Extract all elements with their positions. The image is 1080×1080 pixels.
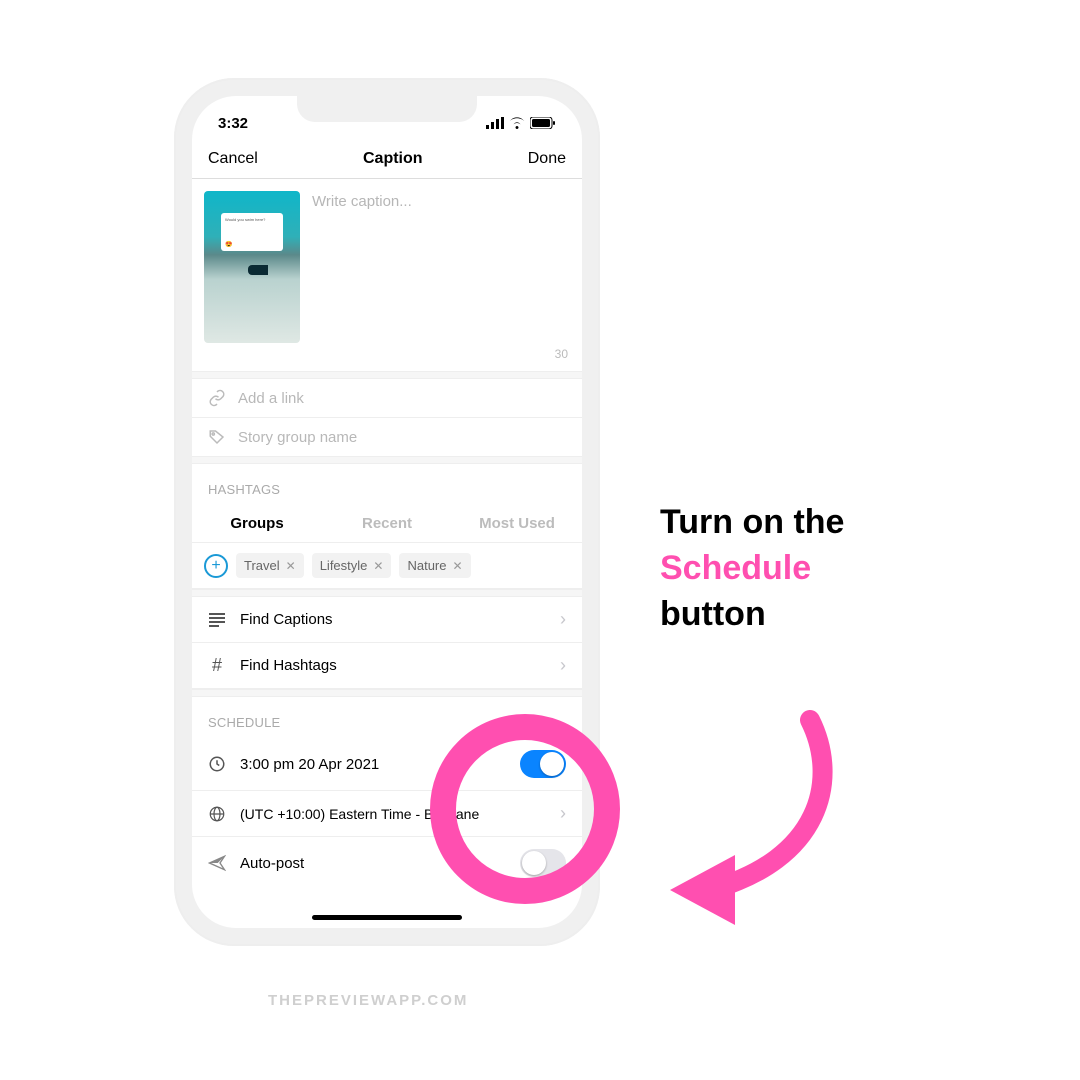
battery-icon [530,117,556,129]
add-link-placeholder: Add a link [238,390,304,407]
separator [192,456,582,464]
annotation-line2: Schedule [660,546,1020,592]
annotation-text: Turn on the Schedule button [660,500,1020,638]
separator [192,371,582,379]
status-time: 3:32 [218,115,248,132]
schedule-toggle[interactable] [520,750,566,778]
chip-remove-icon[interactable]: ✕ [373,559,383,573]
find-hashtags-row[interactable]: # Find Hashtags › [192,643,582,689]
wifi-icon [509,117,525,129]
caption-char-count: 30 [192,347,582,371]
timezone-row[interactable]: (UTC +10:00) Eastern Time - Brisbane › [192,791,582,837]
footer-watermark: THEPREVIEWAPP.COM [268,992,468,1009]
chip-label: Lifestyle [320,558,368,573]
nav-title: Caption [363,150,423,168]
thumbnail-figure [248,265,288,275]
globe-icon [208,805,226,823]
cancel-button[interactable]: Cancel [208,150,258,168]
hashtag-chips-row: + Travel ✕ Lifestyle ✕ Nature ✕ [192,543,582,589]
chevron-right-icon: › [560,609,566,630]
tab-groups[interactable]: Groups [192,505,322,542]
schedule-section-label: SCHEDULE [192,697,582,738]
separator [192,689,582,697]
clock-icon [208,755,226,773]
schedule-datetime: 3:00 pm 20 Apr 2021 [240,756,506,773]
separator [192,589,582,597]
chip-label: Travel [244,558,280,573]
cellular-icon [486,117,504,129]
timezone-label: (UTC +10:00) Eastern Time - Brisbane [240,806,546,822]
chip-remove-icon[interactable]: ✕ [453,559,463,573]
chip-remove-icon[interactable]: ✕ [286,559,296,573]
post-thumbnail[interactable]: Would you swim here? [204,191,300,343]
phone-notch [297,96,477,122]
autopost-row[interactable]: Auto-post [192,837,582,889]
send-icon [208,854,226,872]
hashtag-chip[interactable]: Travel ✕ [236,553,304,578]
story-group-placeholder: Story group name [238,429,357,446]
home-indicator [312,915,462,920]
navbar: Cancel Caption Done [192,142,582,179]
tab-most-used[interactable]: Most Used [452,505,582,542]
tab-recent[interactable]: Recent [322,505,452,542]
find-hashtags-label: Find Hashtags [240,657,546,674]
schedule-datetime-row[interactable]: 3:00 pm 20 Apr 2021 [192,738,582,791]
chevron-right-icon: › [560,655,566,676]
caption-lines-icon [208,613,226,627]
annotation-line3: button [660,592,1020,638]
autopost-toggle[interactable] [520,849,566,877]
chevron-right-icon: › [560,803,566,824]
pointer-arrow [640,700,860,940]
done-button[interactable]: Done [528,150,566,168]
autopost-label: Auto-post [240,855,506,872]
status-icons [486,117,556,129]
add-link-row[interactable]: Add a link [192,379,582,418]
link-icon [208,389,226,407]
annotation-line1: Turn on the [660,500,1020,546]
tag-icon [208,428,226,446]
hashtag-chip[interactable]: Lifestyle ✕ [312,553,392,578]
hash-icon: # [208,655,226,676]
story-group-row[interactable]: Story group name [192,418,582,456]
chip-label: Nature [407,558,446,573]
phone-frame: 3:32 Cancel Caption Done Would you swim … [174,78,600,946]
find-captions-row[interactable]: Find Captions › [192,597,582,643]
hashtags-section-label: HASHTAGS [192,464,582,505]
caption-input[interactable]: Write caption... [312,191,570,343]
add-hashtag-group-button[interactable]: + [204,554,228,578]
hashtag-chip[interactable]: Nature ✕ [399,553,470,578]
thumbnail-sticker: Would you swim here? [221,213,283,251]
hashtag-tabs: Groups Recent Most Used [192,505,582,543]
screen: 3:32 Cancel Caption Done Would you swim … [192,96,582,928]
caption-area: Would you swim here? Write caption... [192,179,582,347]
find-captions-label: Find Captions [240,611,546,628]
